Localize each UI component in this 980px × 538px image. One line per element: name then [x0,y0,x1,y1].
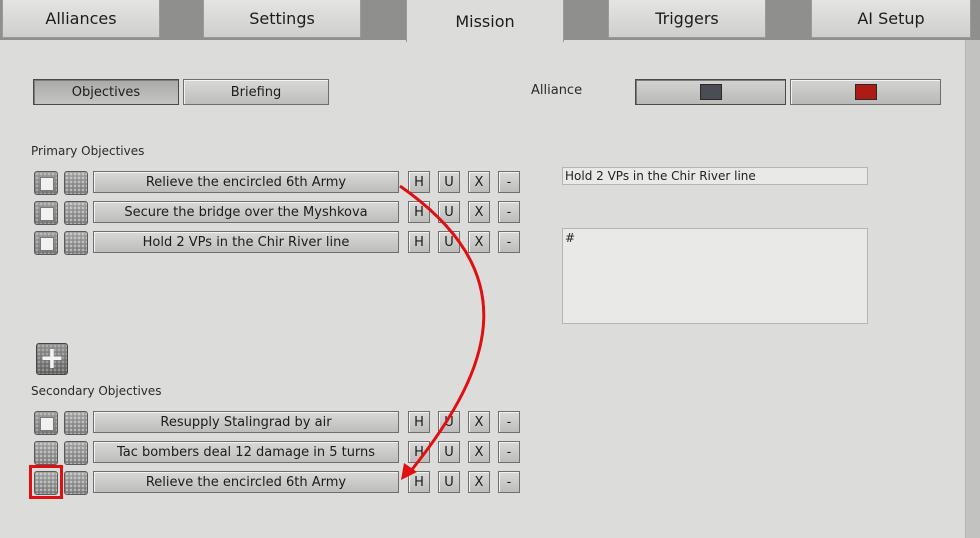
objective-u-button[interactable]: U [438,201,460,223]
objective-pattern-icon[interactable] [64,471,88,495]
objective-name-button[interactable]: Resupply Stalingrad by air [93,411,399,433]
objective-pattern-icon[interactable] [64,171,88,195]
objective-pattern-icon[interactable] [64,231,88,255]
objective-remove-button[interactable]: - [498,471,520,493]
objective-checkbox[interactable] [34,411,58,435]
tab-settings[interactable]: Settings [203,0,361,38]
objective-x-button[interactable]: X [468,171,490,193]
objective-u-button[interactable]: U [438,441,460,463]
objective-x-button[interactable]: X [468,201,490,223]
alliance-label: Alliance [531,83,583,98]
objective-checkbox[interactable] [34,201,58,225]
objective-name-button[interactable]: Hold 2 VPs in the Chir River line [93,231,399,253]
alliance-color-swatch-gray [699,84,722,100]
objective-h-button[interactable]: H [408,441,430,463]
tab-mission[interactable]: Mission [406,0,564,42]
objective-remove-button[interactable]: - [498,411,520,433]
objective-name-button[interactable]: Relieve the encircled 6th Army [93,171,399,193]
objective-h-button[interactable]: H [408,411,430,433]
objective-pattern-icon[interactable] [64,201,88,225]
objective-pattern-icon[interactable] [64,441,88,465]
objective-checkbox[interactable] [34,171,58,195]
objective-x-button[interactable]: X [468,231,490,253]
objective-x-button[interactable]: X [468,441,490,463]
objective-h-button[interactable]: H [408,201,430,223]
objective-h-button[interactable]: H [408,471,430,493]
objective-u-button[interactable]: U [438,231,460,253]
objective-description-field[interactable]: # [562,228,868,324]
objective-remove-button[interactable]: - [498,441,520,463]
side-strip [966,40,980,538]
objective-u-button[interactable]: U [438,171,460,193]
objective-u-button[interactable]: U [438,471,460,493]
objective-name-button[interactable]: Tac bombers deal 12 damage in 5 turns [93,441,399,463]
tab-ai-setup[interactable]: AI Setup [811,0,971,38]
objective-name-button[interactable]: Relieve the encircled 6th Army [93,471,399,493]
objective-h-button[interactable]: H [408,231,430,253]
briefing-button[interactable]: Briefing [183,79,329,105]
objective-remove-button[interactable]: - [498,171,520,193]
objective-u-button[interactable]: U [438,411,460,433]
objective-x-button[interactable]: X [468,471,490,493]
primary-objectives-heading: Primary Objectives [31,144,145,158]
objective-x-button[interactable]: X [468,411,490,433]
objective-checkbox[interactable] [34,231,58,255]
add-objective-button[interactable]: + [36,343,68,375]
objective-pattern-icon[interactable] [64,411,88,435]
secondary-objectives-heading: Secondary Objectives [31,384,162,398]
alliance-button-2[interactable] [790,79,941,105]
objective-checkbox-empty[interactable] [34,441,58,465]
tab-triggers[interactable]: Triggers [608,0,766,38]
objectives-button[interactable]: Objectives [33,79,179,105]
objective-remove-button[interactable]: - [498,231,520,253]
highlight-box [29,465,63,499]
objective-name-button[interactable]: Secure the bridge over the Myshkova [93,201,399,223]
alliance-button-1[interactable] [635,79,786,105]
objective-title-field[interactable]: Hold 2 VPs in the Chir River line [562,167,868,185]
alliance-color-swatch-red [854,84,877,100]
tab-bar: Alliances Settings Mission Triggers AI S… [0,0,980,42]
tab-alliances[interactable]: Alliances [2,0,160,38]
objective-remove-button[interactable]: - [498,201,520,223]
objective-h-button[interactable]: H [408,171,430,193]
